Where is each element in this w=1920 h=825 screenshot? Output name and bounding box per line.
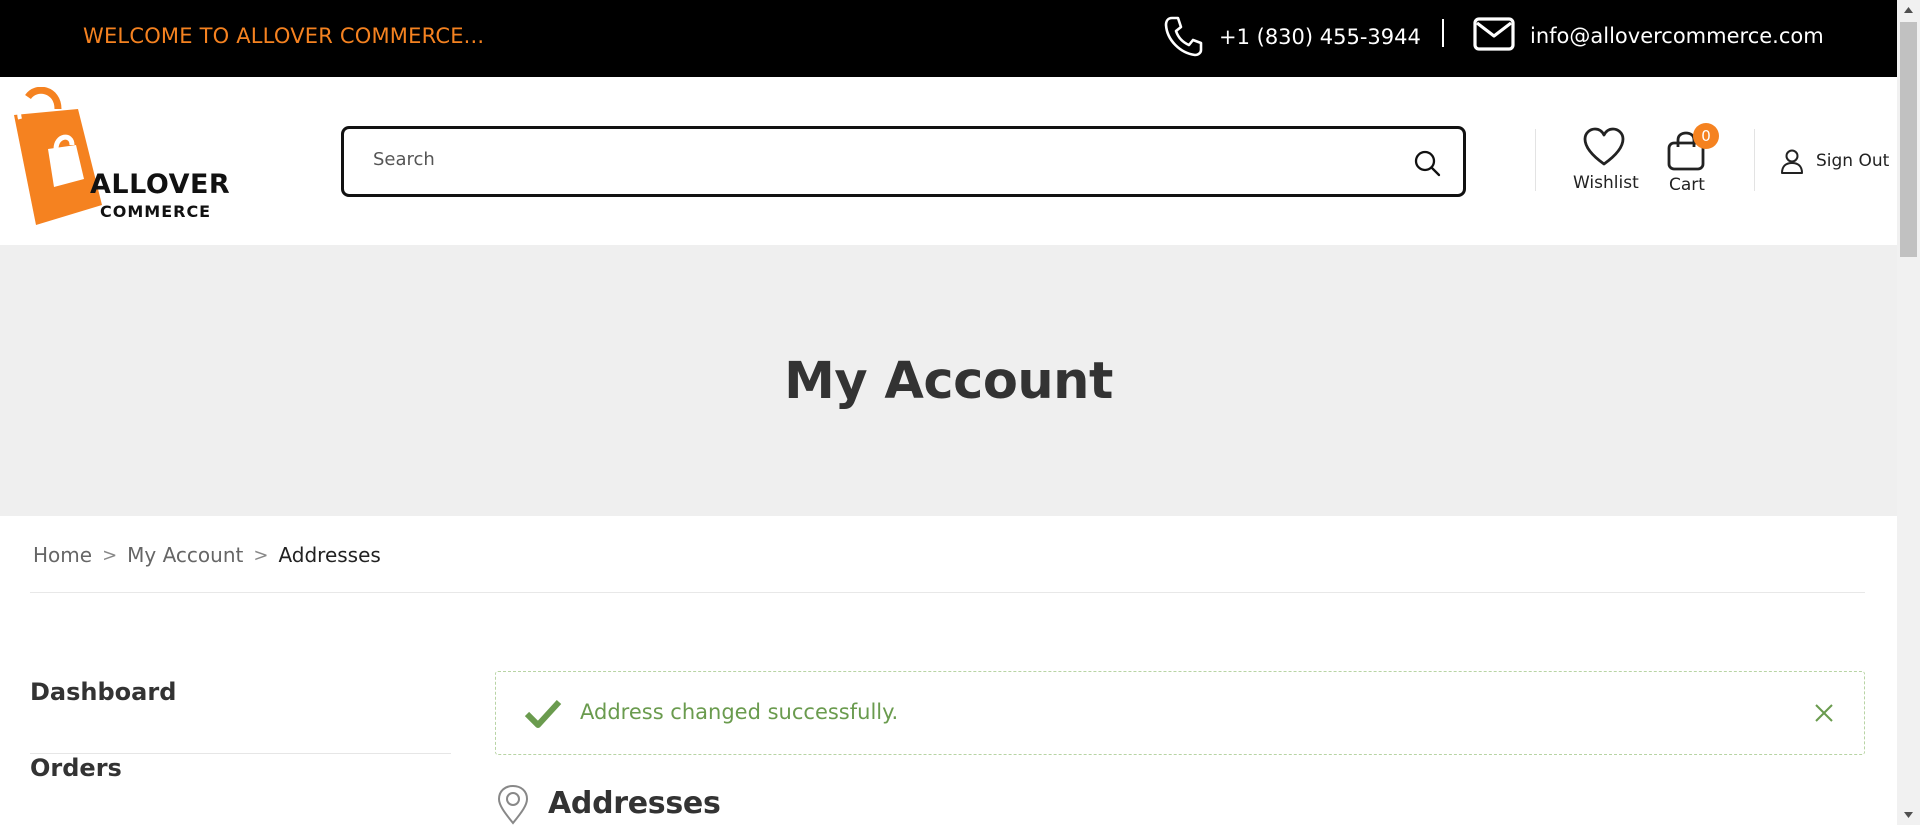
search-icon[interactable] — [1413, 149, 1441, 177]
heart-icon — [1583, 127, 1625, 166]
topbar-divider — [1442, 19, 1444, 47]
checkmark-icon — [524, 699, 562, 728]
close-icon[interactable] — [1814, 703, 1834, 723]
top-bar: WELCOME TO ALLOVER COMMERCE... +1 (830) … — [0, 0, 1897, 77]
map-pin-icon — [497, 784, 529, 825]
success-notice: Address changed successfully. — [495, 671, 1865, 755]
wishlist-button[interactable]: Wishlist — [1564, 127, 1644, 193]
email-link[interactable]: info@allovercommerce.com — [1530, 24, 1824, 48]
breadcrumb-my-account[interactable]: My Account — [127, 543, 243, 567]
phone-icon — [1164, 16, 1203, 57]
logo-wordmark: ALLOVER — [90, 169, 231, 200]
mail-icon — [1473, 17, 1515, 51]
cart-button[interactable]: 0 Cart — [1660, 123, 1728, 195]
user-icon — [1781, 149, 1803, 174]
scroll-up-icon[interactable] — [1897, 0, 1920, 20]
notice-message: Address changed successfully. — [580, 700, 899, 724]
search-bar — [341, 126, 1466, 197]
logo-subtitle: COMMERCE — [100, 202, 212, 221]
page-title: My Account — [784, 352, 1113, 411]
wishlist-label: Wishlist — [1573, 173, 1639, 193]
page-banner: My Account — [0, 245, 1897, 516]
cart-label: Cart — [1669, 175, 1705, 195]
phone-number-link[interactable]: +1 (830) 455-3944 — [1219, 25, 1421, 49]
breadcrumb-home[interactable]: Home — [33, 543, 92, 567]
page-scrollbar[interactable] — [1897, 0, 1920, 825]
sidebar-item-dashboard[interactable]: Dashboard — [30, 678, 451, 754]
breadcrumb: Home > My Account > Addresses — [33, 542, 381, 568]
breadcrumb-separator: > — [102, 544, 118, 566]
breadcrumb-divider — [30, 592, 1865, 593]
sidebar-item-label: Dashboard — [30, 678, 177, 706]
welcome-text: WELCOME TO ALLOVER COMMERCE... — [83, 24, 485, 48]
sign-out-button[interactable]: Sign Out — [1780, 147, 1895, 177]
site-header: ALLOVER COMMERCE Wishlist 0 Cart Sign Ou… — [0, 77, 1897, 245]
header-divider — [1535, 129, 1536, 191]
section-title: Addresses — [548, 786, 721, 821]
sidebar-item-label: Orders — [30, 754, 122, 782]
header-divider — [1754, 129, 1755, 191]
cart-count-badge: 0 — [1693, 123, 1719, 149]
site-logo[interactable]: ALLOVER COMMERCE — [6, 87, 230, 235]
breadcrumb-separator: > — [253, 544, 269, 566]
scroll-down-icon[interactable] — [1897, 805, 1920, 825]
breadcrumb-current: Addresses — [278, 543, 381, 567]
search-input[interactable] — [373, 149, 1373, 170]
sign-out-label: Sign Out — [1816, 151, 1890, 171]
sidebar-item-orders[interactable]: Orders — [30, 754, 451, 825]
scrollbar-thumb[interactable] — [1900, 22, 1917, 257]
